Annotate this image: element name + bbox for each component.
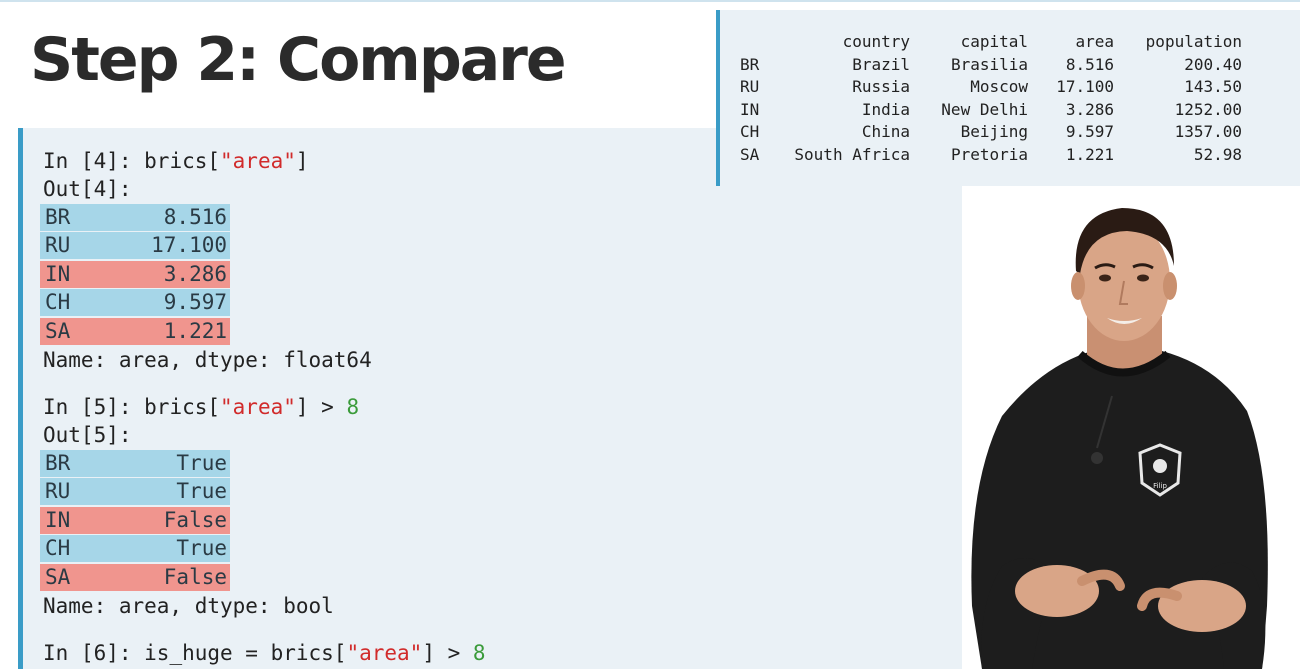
row-index: BR — [45, 451, 71, 475]
table-cell: India — [861, 99, 910, 119]
number-literal: 8 — [346, 395, 360, 419]
string-literal: "area" — [220, 395, 296, 419]
code-panel: In [4]: brics["area"] Out[4]: BR 8.516 RU… — [18, 128, 962, 669]
out5-row: RU True — [40, 478, 230, 505]
out4-row: SA 1.221 — [40, 318, 230, 345]
table-cell: Brasilia — [950, 54, 1028, 74]
table-cell: 200.40 — [1184, 54, 1242, 74]
string-literal: "area" — [346, 641, 423, 665]
row-index: SA — [45, 319, 71, 343]
column-header — [740, 31, 782, 54]
presenter-video: Filip — [962, 186, 1300, 669]
row-index: RU — [45, 233, 71, 257]
table-cell: 3.286 — [1065, 99, 1114, 119]
dataframe-panel: country capital area population BR Brazi… — [716, 10, 1300, 186]
row-value: True — [176, 536, 227, 560]
row-index: BR — [45, 205, 71, 229]
row-index: SA — [45, 565, 71, 589]
prompt: In [5]: — [43, 395, 145, 419]
table-cell: RU — [740, 77, 760, 97]
row-value: 9.597 — [163, 290, 227, 314]
code-line-in4: In [4]: brics["area"] — [43, 147, 309, 175]
table-cell: 9.597 — [1065, 122, 1114, 142]
table-cell: 17.100 — [1056, 77, 1114, 97]
table-cell: 1.221 — [1065, 144, 1114, 164]
out5-row: IN False — [40, 507, 230, 534]
table-header-row: country capital area population — [740, 31, 1242, 54]
row-value: True — [176, 479, 227, 503]
table-cell: CH — [740, 122, 760, 142]
code-text: brics[ — [144, 149, 221, 173]
row-value: True — [176, 451, 227, 475]
out4-row: IN 3.286 — [40, 261, 230, 288]
out4-label: Out[4]: — [43, 177, 132, 201]
table-cell: SA — [740, 144, 760, 164]
row-index: IN — [45, 262, 71, 286]
table-row: CH China Beijing 9.597 1357.00 — [740, 121, 1242, 144]
out5-label: Out[5]: — [43, 423, 132, 447]
code-text: ] — [295, 149, 309, 173]
code-text: ] > — [295, 395, 347, 419]
row-value: 3.286 — [163, 262, 227, 286]
out5-row: BR True — [40, 450, 230, 477]
code-line-in6: In [6]: is_huge = brics["area"] > 8 — [43, 639, 486, 667]
row-index: CH — [45, 536, 71, 560]
table-cell: Russia — [852, 77, 910, 97]
table-cell: Pretoria — [950, 144, 1028, 164]
code-text: ] > — [422, 641, 473, 665]
out4-footer: Name: area, dtype: float64 — [43, 348, 372, 372]
table-cell: IN — [740, 99, 760, 119]
out4-row: RU 17.100 — [40, 232, 230, 259]
code-text: brics[ — [144, 395, 221, 419]
row-value: False — [163, 565, 227, 589]
table-cell: 143.50 — [1184, 77, 1242, 97]
table-row: IN India New Delhi 3.286 1252.00 — [740, 99, 1242, 122]
row-value: 1.221 — [163, 319, 227, 343]
table-row: BR Brazil Brasilia 8.516 200.40 — [740, 54, 1242, 77]
code-text: is_huge = brics[ — [144, 641, 347, 665]
dataframe-table: country capital area population BR Brazi… — [740, 31, 1242, 167]
code-line-in5: In [5]: brics["area"] > 8 — [43, 393, 359, 421]
row-value: 17.100 — [151, 233, 227, 257]
row-index: CH — [45, 290, 71, 314]
row-index: RU — [45, 479, 71, 503]
string-literal: "area" — [220, 149, 296, 173]
table-cell: Moscow — [970, 77, 1028, 97]
table-cell: 8.516 — [1065, 54, 1114, 74]
column-header: country — [842, 32, 910, 51]
out4-row: BR 8.516 — [40, 204, 230, 231]
out4-row: CH 9.597 — [40, 289, 230, 316]
prompt: In [4]: — [43, 149, 145, 173]
table-cell: 52.98 — [1193, 144, 1242, 164]
table-cell: Brazil — [852, 54, 910, 74]
prompt: In [6]: — [43, 641, 145, 665]
slide-title: Step 2: Compare — [30, 25, 567, 95]
row-value: 8.516 — [163, 205, 227, 229]
table-row: RU Russia Moscow 17.100 143.50 — [740, 76, 1242, 99]
column-header: area — [1075, 32, 1114, 51]
presenter-illustration: Filip — [971, 208, 1268, 669]
shirt-logo-text: Filip — [1153, 482, 1167, 490]
table-cell: New Delhi — [941, 99, 1028, 119]
table-cell: 1252.00 — [1174, 99, 1242, 119]
row-value: False — [163, 508, 227, 532]
out5-footer: Name: area, dtype: bool — [43, 594, 334, 618]
column-header: population — [1145, 32, 1242, 51]
table-cell: Beijing — [960, 122, 1028, 142]
top-border — [0, 0, 1300, 2]
row-index: IN — [45, 508, 71, 532]
table-cell: China — [861, 122, 910, 142]
out5-row: CH True — [40, 535, 230, 562]
table-row: SA South Africa Pretoria 1.221 52.98 — [740, 144, 1242, 167]
out5-row: SA False — [40, 564, 230, 591]
number-literal: 8 — [472, 641, 486, 665]
column-header: capital — [960, 32, 1028, 51]
table-cell: South Africa — [794, 144, 910, 164]
table-cell: BR — [740, 54, 760, 74]
table-cell: 1357.00 — [1174, 122, 1242, 142]
